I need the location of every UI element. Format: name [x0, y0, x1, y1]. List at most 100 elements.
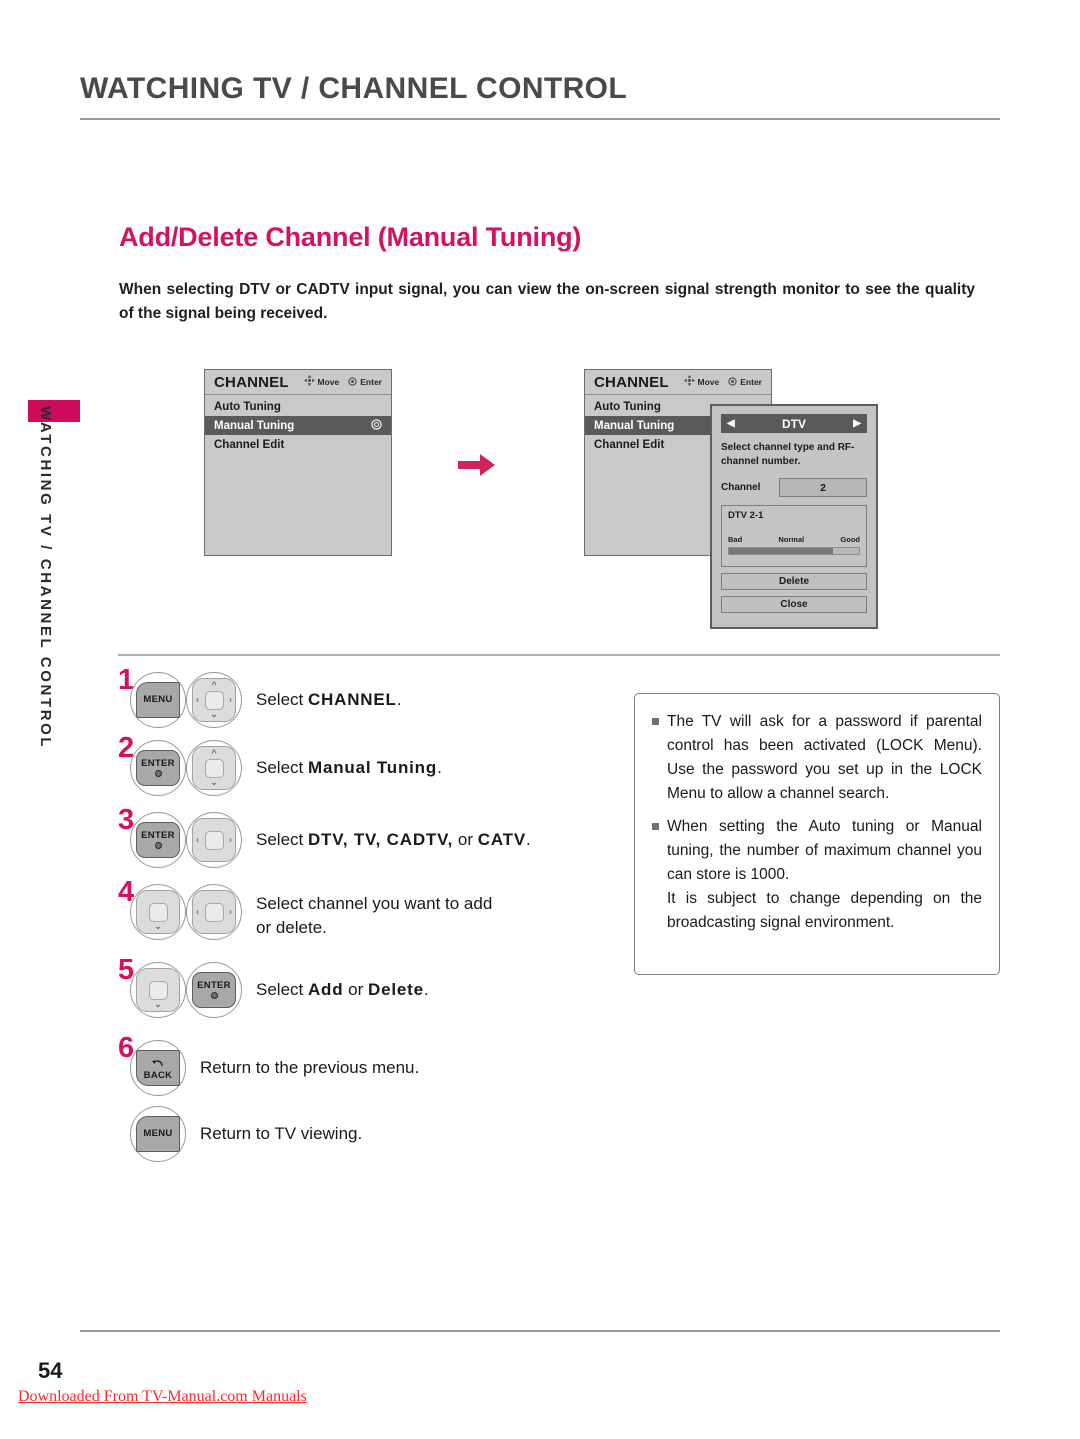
key-navigation-pad-horizontal[interactable]: ‹ › [186, 884, 242, 940]
key-enter-button[interactable]: ENTER [130, 812, 186, 868]
chevron-right-icon[interactable]: ▶ [853, 418, 861, 429]
osd-item-manual-tuning[interactable]: Manual Tuning [205, 416, 391, 435]
step-instruction: Select CHANNEL. [256, 672, 401, 712]
osd-item-label: Channel Edit [594, 438, 665, 451]
dtv-instruction-text: Select channel type and RF-channel numbe… [721, 442, 855, 467]
key-menu-button[interactable]: MENU [130, 672, 186, 728]
key-enter-button[interactable]: ENTER [186, 962, 242, 1018]
sidebar-tab-label: WATCHING TV / CHANNEL CONTROL [37, 406, 54, 750]
dpad-move-icon [683, 373, 695, 391]
note-sub-text: It is subject to change depending on the… [667, 890, 982, 931]
note-main-text: When setting the Auto tuning or Manual t… [667, 818, 982, 883]
step-text-prefix: Select [256, 758, 308, 777]
osd-item-auto-tuning[interactable]: Auto Tuning [205, 397, 391, 416]
step-text-suffix: . [525, 830, 531, 849]
key-navigation-pad-down[interactable]: ⌄ [130, 962, 186, 1018]
signal-channel-name: DTV 2-1 [728, 510, 764, 521]
osd-item-label: Manual Tuning [214, 419, 295, 432]
hint-enter: Enter [728, 373, 762, 391]
key-navigation-pad-down[interactable]: ⌄ [130, 884, 186, 940]
step-keys: ⌄ ‹ › [130, 884, 242, 940]
step-text-suffix: . [396, 690, 402, 709]
note-box: The TV will ask for a password if parent… [634, 693, 1000, 975]
step-text-mid: or [453, 830, 478, 849]
step-return-tv: MENU Return to TV viewing. [118, 1106, 588, 1172]
step-list: 1 MENU ^ ⌄ ‹ › Select CHANNEL. 2 ENTER ^… [118, 666, 588, 1172]
chevron-down-icon: ⌄ [154, 999, 162, 1009]
delete-button[interactable]: Delete [721, 573, 867, 590]
hint-enter-label: Enter [740, 377, 762, 387]
step-text-prefix: Select [256, 690, 308, 709]
chevron-right-icon: › [229, 694, 232, 705]
step-text-prefix: Select [256, 830, 308, 849]
osd-hints: Move Enter [683, 373, 762, 391]
bullet-square-icon [652, 823, 659, 830]
signal-scale-low: Bad [728, 535, 743, 544]
bullet-square-icon [652, 718, 659, 725]
step-text-prefix: Select [256, 980, 308, 999]
dtv-channel-value[interactable]: 2 [779, 478, 867, 497]
step-instruction: Return to the previous menu. [200, 1058, 420, 1077]
dtv-type-label: DTV [782, 416, 806, 431]
step-instruction: Select Manual Tuning. [256, 740, 442, 780]
header-divider [80, 118, 1000, 120]
chevron-left-icon[interactable]: ◀ [727, 418, 735, 429]
chevron-right-icon: › [229, 834, 232, 845]
content-divider [118, 654, 1000, 656]
page-number: 54 [38, 1358, 63, 1383]
osd-item-channel-edit[interactable]: Channel Edit [205, 435, 391, 454]
step-6: 6 BACK Return to the previous menu. [118, 1034, 588, 1106]
step-instruction: Return to TV viewing. [200, 1124, 363, 1143]
step-text-bold: CHANNEL [307, 690, 397, 709]
step-text-bold: Add [307, 980, 344, 999]
osd-screen-initial: CHANNEL Move Enter Auto Tuning Manual Tu… [204, 369, 392, 556]
step-text-bold2: CATV [477, 830, 526, 849]
step-text-suffix: . [423, 980, 429, 999]
enter-dot-icon [154, 770, 162, 778]
key-menu-button[interactable]: MENU [130, 1106, 186, 1162]
key-label: MENU [143, 1128, 173, 1140]
hint-move-label: Move [697, 377, 720, 387]
footer-divider [80, 1330, 1000, 1332]
chevron-left-icon: ‹ [196, 834, 199, 845]
dtv-channel-label: Channel [721, 482, 761, 493]
enter-dot-icon [210, 992, 218, 1000]
nav-center [148, 902, 168, 922]
step-text-suffix: . [437, 758, 442, 777]
step-keys: MENU ^ ⌄ ‹ › [130, 672, 242, 728]
key-enter-button[interactable]: ENTER [130, 740, 186, 796]
enter-circle-icon [728, 373, 737, 391]
osd-header: CHANNEL Move Enter [205, 370, 391, 395]
nav-center [204, 830, 224, 850]
key-navigation-pad-vertical[interactable]: ^ ⌄ [186, 740, 242, 796]
note-item: When setting the Auto tuning or Manual t… [652, 815, 982, 935]
step-text-bold2: Delete [368, 980, 424, 999]
chevron-down-icon: ⌄ [154, 921, 162, 931]
step-keys: ⌄ ENTER [130, 962, 242, 1018]
note-text: The TV will ask for a password if parent… [667, 713, 982, 802]
key-label: ENTER [141, 829, 175, 841]
section-description: When selecting DTV or CADTV input signal… [119, 281, 975, 322]
osd-item-label: Manual Tuning [594, 419, 675, 432]
key-label: BACK [143, 1070, 173, 1082]
dtv-type-selector[interactable]: ◀ DTV ▶ [721, 414, 867, 433]
key-navigation-pad[interactable]: ^ ⌄ ‹ › [186, 672, 242, 728]
radio-indicator-icon [371, 418, 382, 433]
chevron-right-icon: › [229, 906, 232, 917]
enter-dot-icon [154, 842, 162, 850]
step-4: 4 ⌄ ‹ › Select channel you want to add o… [118, 878, 588, 962]
step-3: 3 ENTER ‹ › Select DTV, TV, CADTV, or CA… [118, 806, 588, 884]
key-navigation-pad-horizontal[interactable]: ‹ › [186, 812, 242, 868]
osd-hints: Move Enter [303, 373, 382, 391]
key-back-button[interactable]: BACK [130, 1040, 186, 1096]
step-text-bold: DTV, TV, CADTV, [307, 830, 454, 849]
chevron-down-icon: ⌄ [210, 777, 218, 787]
dtv-channel-row: Channel 2 [721, 478, 867, 497]
step-text-bold: Manual Tuning [307, 758, 438, 777]
close-button[interactable]: Close [721, 596, 867, 613]
page-title: WATCHING TV / CHANNEL CONTROL [80, 72, 628, 105]
signal-strength-monitor: DTV 2-1 Bad Normal Good [721, 505, 867, 567]
step-text-mid: or [343, 980, 368, 999]
osd-item-list: Auto Tuning Manual Tuning Channel Edit [205, 395, 391, 454]
hint-move: Move [683, 373, 720, 391]
